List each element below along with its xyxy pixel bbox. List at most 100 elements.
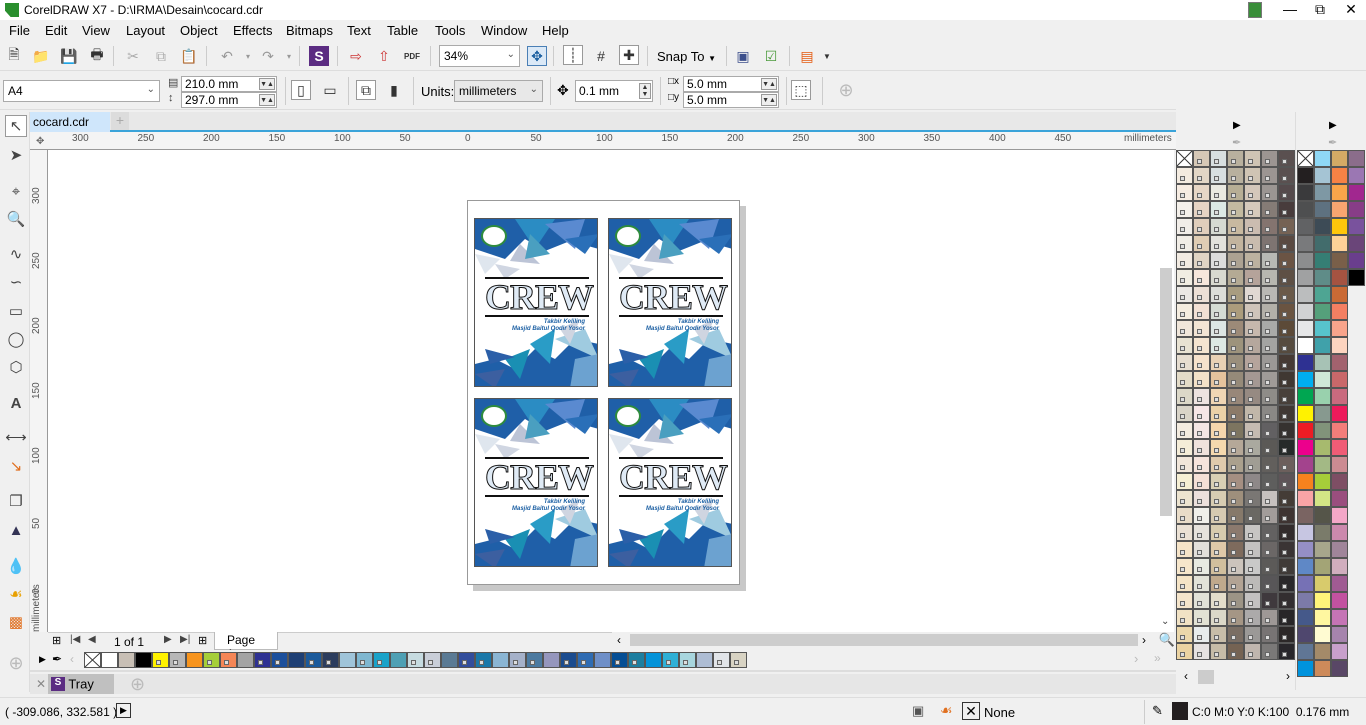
color-swatch[interactable] — [1210, 269, 1227, 286]
color-swatch[interactable] — [1261, 439, 1278, 456]
polygon-tool-icon[interactable]: ⬡ — [5, 356, 27, 378]
palette-scroll-left-icon[interactable]: ‹ — [70, 652, 74, 666]
color-swatch[interactable] — [1314, 439, 1331, 456]
color-swatch[interactable] — [1193, 235, 1210, 252]
color-swatch[interactable] — [1227, 507, 1244, 524]
landscape-icon[interactable]: ▭ — [320, 80, 340, 100]
color-swatch[interactable] — [1176, 439, 1193, 456]
color-swatch[interactable] — [1297, 541, 1314, 558]
color-swatch[interactable] — [1227, 167, 1244, 184]
publish-pdf-icon[interactable]: PDF — [402, 46, 422, 66]
color-swatch[interactable] — [1331, 320, 1348, 337]
color-swatch[interactable] — [1210, 320, 1227, 337]
color-swatch[interactable] — [1210, 558, 1227, 575]
color-swatch[interactable] — [1278, 354, 1295, 371]
color-swatch[interactable] — [1210, 439, 1227, 456]
color-swatch[interactable] — [1314, 626, 1331, 643]
color-swatch[interactable] — [1227, 473, 1244, 490]
color-swatch[interactable] — [1297, 490, 1314, 507]
color-swatch[interactable] — [1331, 456, 1348, 473]
rectangle-tool-icon[interactable]: ▭ — [5, 300, 27, 322]
color-swatch[interactable] — [1331, 388, 1348, 405]
user-account-icon[interactable] — [1248, 2, 1262, 18]
color-swatch[interactable] — [1261, 320, 1278, 337]
color-swatch[interactable] — [1297, 286, 1314, 303]
color-swatch[interactable] — [1261, 524, 1278, 541]
color-swatch[interactable] — [1261, 592, 1278, 609]
color-swatch[interactable] — [1244, 337, 1261, 354]
previous-page-icon[interactable]: ◀ — [88, 634, 96, 645]
color-swatch[interactable] — [1314, 201, 1331, 218]
color-swatch[interactable] — [1227, 439, 1244, 456]
color-swatch[interactable] — [1331, 286, 1348, 303]
palette-expand-icon[interactable]: » — [1154, 651, 1161, 665]
color-swatch[interactable] — [1244, 456, 1261, 473]
color-swatch[interactable] — [1297, 252, 1314, 269]
color-swatch[interactable] — [1193, 150, 1210, 167]
color-swatch[interactable] — [1331, 337, 1348, 354]
artistic-media-icon[interactable]: ∽ — [5, 271, 27, 293]
color-swatch[interactable] — [1176, 167, 1193, 184]
color-swatch[interactable] — [1331, 626, 1348, 643]
color-swatch[interactable] — [1210, 592, 1227, 609]
color-swatch[interactable] — [1244, 439, 1261, 456]
color-swatch[interactable] — [577, 652, 594, 668]
smart-fill-icon[interactable]: ▩ — [5, 611, 27, 633]
ruler-origin-icon[interactable]: ✥ — [36, 136, 44, 147]
vertical-ruler[interactable]: 300 250 200 150 100 50 0 millimeters — [30, 150, 48, 632]
crop-tool-icon[interactable]: ⌖ — [5, 180, 27, 202]
color-swatch[interactable] — [118, 652, 135, 668]
color-swatch[interactable] — [390, 652, 407, 668]
menu-tools[interactable]: Tools — [435, 23, 465, 38]
color-swatch[interactable] — [1331, 201, 1348, 218]
color-swatch[interactable] — [1210, 167, 1227, 184]
color-swatch[interactable] — [203, 652, 220, 668]
color-swatch[interactable] — [1331, 371, 1348, 388]
color-swatch[interactable] — [1193, 252, 1210, 269]
color-swatch[interactable] — [1331, 660, 1348, 677]
palette-1-eyedropper-icon[interactable]: ✒ — [1232, 136, 1241, 149]
eyedropper-tool-icon[interactable]: 💧 — [5, 555, 27, 577]
color-swatch[interactable] — [1244, 490, 1261, 507]
color-swatch[interactable] — [1193, 286, 1210, 303]
color-swatch[interactable] — [373, 652, 390, 668]
interactive-fill-icon[interactable]: ☙ — [5, 583, 27, 605]
color-swatch[interactable] — [152, 652, 169, 668]
portrait-icon[interactable]: ▯ — [291, 80, 311, 100]
color-swatch[interactable] — [1210, 422, 1227, 439]
color-swatch[interactable] — [1244, 201, 1261, 218]
save-icon[interactable]: 💾 — [59, 46, 79, 66]
menu-table[interactable]: Table — [387, 23, 418, 38]
color-swatch[interactable] — [305, 652, 322, 668]
color-swatch[interactable] — [1210, 303, 1227, 320]
menu-text[interactable]: Text — [347, 23, 371, 38]
color-swatch[interactable] — [1278, 490, 1295, 507]
color-swatch[interactable] — [560, 652, 577, 668]
color-swatch[interactable] — [1297, 524, 1314, 541]
color-swatch[interactable] — [1297, 507, 1314, 524]
color-swatch[interactable] — [1244, 150, 1261, 167]
welcome-screen-icon[interactable]: ▣ — [733, 46, 753, 66]
color-swatch[interactable] — [1176, 405, 1193, 422]
color-swatch[interactable] — [1176, 626, 1193, 643]
print-icon[interactable]: 🖶 — [87, 46, 107, 66]
menu-file[interactable]: File — [9, 23, 30, 38]
color-swatch[interactable] — [543, 652, 560, 668]
color-swatch[interactable] — [1314, 354, 1331, 371]
color-swatch[interactable] — [1227, 456, 1244, 473]
color-swatch[interactable] — [1331, 490, 1348, 507]
new-tab-plus-icon[interactable]: + — [111, 112, 129, 130]
palette-scroll-right-icon[interactable]: › — [1134, 651, 1138, 666]
color-swatch[interactable] — [1244, 626, 1261, 643]
options-checklist-icon[interactable]: ☑ — [761, 46, 781, 66]
color-swatch[interactable] — [1227, 626, 1244, 643]
color-swatch[interactable] — [1348, 201, 1365, 218]
color-swatch[interactable] — [254, 652, 271, 668]
color-swatch[interactable] — [1176, 456, 1193, 473]
color-swatch[interactable] — [1331, 184, 1348, 201]
spinner-icon[interactable]: ▼▲ — [761, 94, 777, 106]
color-swatch[interactable] — [1227, 269, 1244, 286]
color-swatch[interactable] — [1261, 184, 1278, 201]
color-swatch[interactable] — [1193, 184, 1210, 201]
color-swatch[interactable] — [1314, 490, 1331, 507]
